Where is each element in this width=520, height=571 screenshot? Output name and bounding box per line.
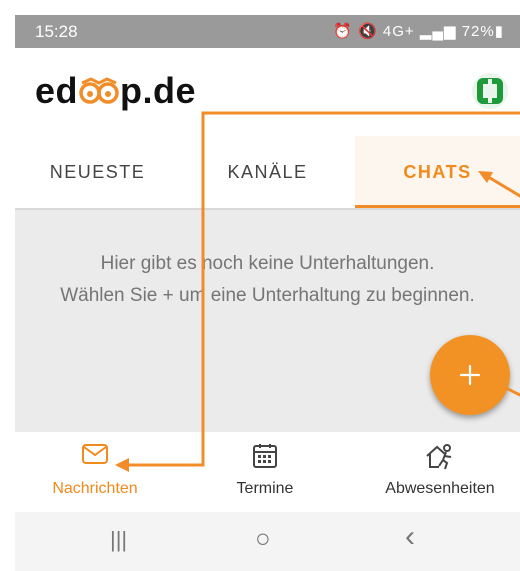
plus-icon	[459, 364, 481, 386]
nav-label-abwesenheiten: Abwesenheiten	[385, 480, 495, 497]
nav-abwesenheiten[interactable]: Abwesenheiten	[360, 432, 520, 512]
new-chat-fab[interactable]	[430, 335, 510, 415]
back-button[interactable]: ‹	[405, 520, 415, 554]
empty-state-line-2: Wählen Sie + um eine Unterhaltung zu beg…	[60, 285, 475, 306]
nav-nachrichten[interactable]: Nachrichten	[15, 432, 175, 512]
tab-neueste[interactable]: NEUESTE	[15, 136, 180, 208]
logo-suffix: p.de	[120, 70, 197, 111]
tab-chats[interactable]: CHATS	[355, 136, 520, 208]
recents-button[interactable]: |||	[110, 527, 127, 553]
avatar-icon	[477, 78, 503, 104]
status-bar: 15:28 ⏰ 🔇 4G+ ▂▄▆ 72%▮	[15, 15, 520, 48]
avatar[interactable]	[472, 73, 508, 109]
nav-termine[interactable]: Termine	[185, 432, 345, 512]
calendar-icon	[251, 442, 279, 475]
edoop-logo[interactable]: ed p.de	[35, 70, 196, 114]
envelope-icon	[81, 442, 109, 471]
system-nav-bar: ||| ○ ‹	[15, 512, 520, 571]
status-time: 15:28	[35, 22, 78, 41]
absence-icon	[425, 442, 455, 475]
app-header: ed p.de	[15, 48, 520, 136]
empty-state-message: Hier gibt es noch keine Unterhaltungen. …	[15, 248, 520, 312]
status-icons: ⏰ 🔇 4G+ ▂▄▆ 72%▮	[333, 23, 504, 40]
empty-state-line-1: Hier gibt es noch keine Unterhaltungen.	[100, 253, 435, 274]
tab-bar: NEUESTE KANÄLE CHATS	[15, 136, 520, 208]
bottom-nav: Nachrichten Termine Abwesenheiten	[15, 432, 520, 512]
owl-eyes-icon	[78, 72, 120, 114]
nav-label-nachrichten: Nachrichten	[52, 480, 138, 497]
tab-kanaele[interactable]: KANÄLE	[185, 136, 350, 208]
logo-prefix: ed	[35, 70, 79, 111]
nav-label-termine: Termine	[236, 480, 294, 497]
home-button[interactable]: ○	[255, 523, 271, 554]
